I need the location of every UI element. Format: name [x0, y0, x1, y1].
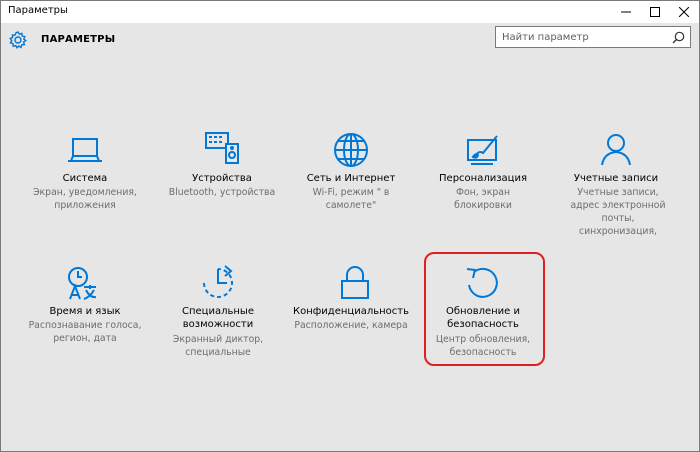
tile-devices-desc: Bluetooth, устройства: [168, 187, 276, 198]
tile-time-language-desc: Распознавание голоса, регион, дата: [28, 320, 142, 344]
person-icon: [601, 134, 631, 166]
search-box[interactable]: [495, 26, 691, 48]
devices-icon: [205, 132, 239, 164]
tile-personalization-desc: Фон, экран блокировки: [454, 187, 512, 211]
tile-privacy-desc: Расположение, камера: [294, 320, 408, 331]
search-icon[interactable]: [672, 31, 685, 44]
tile-network[interactable]: Сеть и Интернет Wi-Fi, режим " в самолет…: [289, 132, 413, 222]
tile-devices[interactable]: Устройства Bluetooth, устройства: [160, 132, 284, 222]
globe-icon: [334, 133, 368, 167]
tile-privacy[interactable]: Конфиденциальность Расположение, камера: [289, 265, 413, 355]
close-icon: [679, 7, 689, 17]
tile-time-language-name: Время и язык: [49, 306, 121, 317]
page-title: ПАРАМЕТРЫ: [41, 34, 116, 45]
maximize-icon: [650, 7, 660, 17]
time-language-icon: [68, 267, 97, 300]
ease-of-access-icon: [203, 265, 233, 298]
tile-privacy-name: Конфиденциальность: [292, 306, 409, 317]
tile-ease-of-access-name: Специальные возможности: [182, 306, 254, 330]
maximize-button[interactable]: [642, 1, 668, 23]
tile-network-name: Сеть и Интернет: [306, 173, 396, 184]
tile-system[interactable]: Система Экран, уведомления, приложения: [23, 132, 147, 222]
tile-ease-of-access-desc: Экранный диктор, специальные: [172, 334, 264, 358]
tile-accounts[interactable]: Учетные записи Учетные записи, адрес эле…: [554, 132, 678, 237]
window-title: Параметры: [8, 5, 68, 16]
laptop-icon: [68, 138, 102, 162]
tile-system-desc: Экран, уведомления, приложения: [33, 187, 137, 211]
tile-network-desc: Wi-Fi, режим " в самолете": [312, 187, 390, 211]
highlight-frame: [424, 252, 545, 366]
lock-icon: [341, 266, 369, 299]
tile-personalization-name: Персонализация: [439, 173, 527, 184]
close-button[interactable]: [671, 1, 697, 23]
tile-personalization[interactable]: Персонализация Фон, экран блокировки: [421, 132, 545, 222]
tile-time-language[interactable]: Время и язык Распознавание голоса, регио…: [23, 265, 147, 355]
minimize-icon: [621, 11, 631, 13]
settings-window: Параметры ПАРАМЕТРЫ Найти параметр Систе…: [0, 0, 700, 452]
tile-devices-name: Устройства: [192, 173, 252, 184]
search-input[interactable]: [502, 29, 652, 45]
title-bar[interactable]: Параметры: [1, 1, 699, 23]
gear-icon: [9, 31, 28, 49]
tile-ease-of-access[interactable]: Специальные возможности Экранный диктор,…: [156, 265, 280, 358]
tile-accounts-desc: Учетные записи, адрес электронной почты,…: [570, 187, 666, 237]
tile-system-name: Система: [62, 173, 108, 184]
minimize-button[interactable]: [613, 1, 639, 23]
tile-accounts-name: Учетные записи: [573, 173, 659, 184]
paint-icon: [467, 135, 498, 165]
